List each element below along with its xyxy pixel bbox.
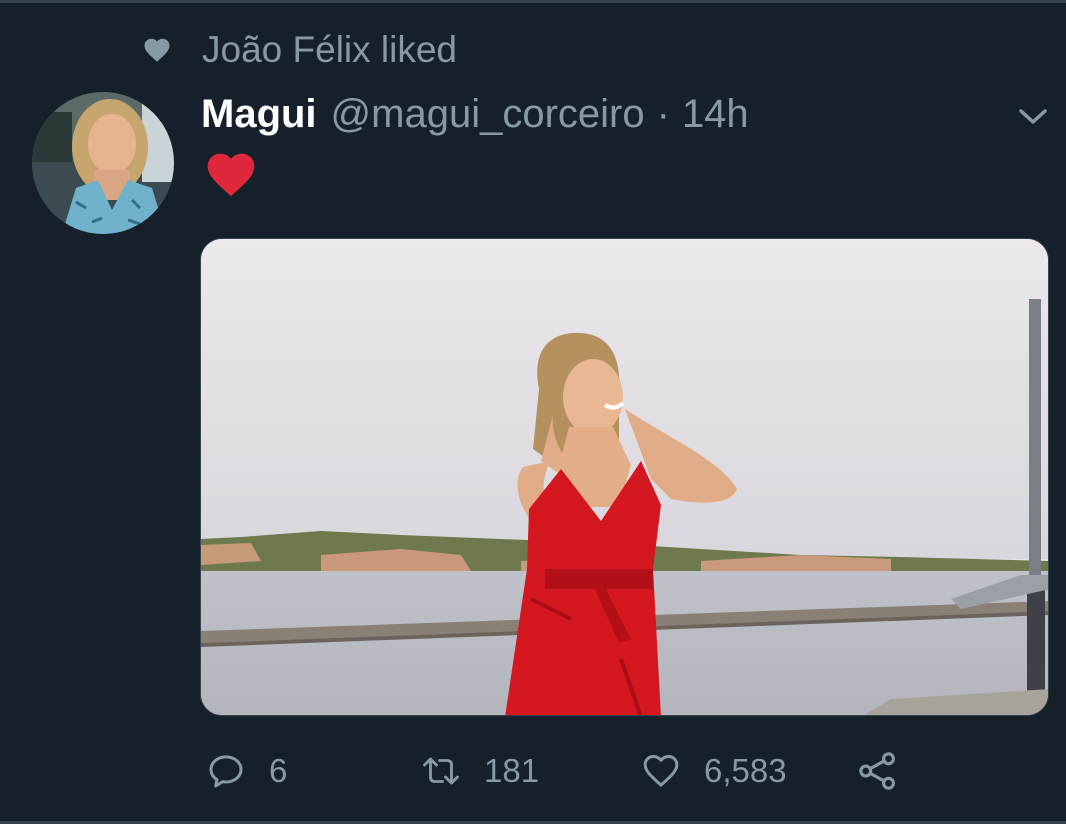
separator-dot: · (656, 91, 670, 136)
user-handle[interactable]: @magui_corceiro (331, 92, 645, 137)
avatar[interactable] (32, 92, 174, 234)
retweet-icon (420, 750, 462, 792)
reply-icon (205, 750, 247, 792)
tweet-header: Magui @magui_corceiro · 14h (201, 88, 749, 140)
red-heart-emoji (203, 148, 261, 200)
tweet-actions: 6 181 6,583 (205, 748, 925, 794)
chevron-down-icon[interactable] (1016, 100, 1050, 134)
share-button[interactable] (857, 748, 899, 794)
reply-button[interactable]: 6 (205, 748, 287, 794)
retweet-button[interactable]: 181 (420, 748, 539, 794)
like-heart-icon (640, 750, 682, 792)
top-divider (0, 0, 1066, 3)
timestamp[interactable]: 14h (682, 92, 749, 137)
heart-icon (142, 35, 172, 65)
like-count: 6,583 (704, 752, 787, 789)
like-button[interactable]: 6,583 (640, 748, 787, 794)
social-context[interactable]: João Félix liked (142, 28, 457, 72)
social-context-text: João Félix liked (202, 29, 458, 70)
reply-count: 6 (269, 752, 288, 789)
retweet-count: 181 (484, 752, 540, 789)
tweet-photo[interactable] (200, 238, 1049, 716)
display-name[interactable]: Magui (201, 92, 317, 137)
share-icon (857, 750, 899, 792)
